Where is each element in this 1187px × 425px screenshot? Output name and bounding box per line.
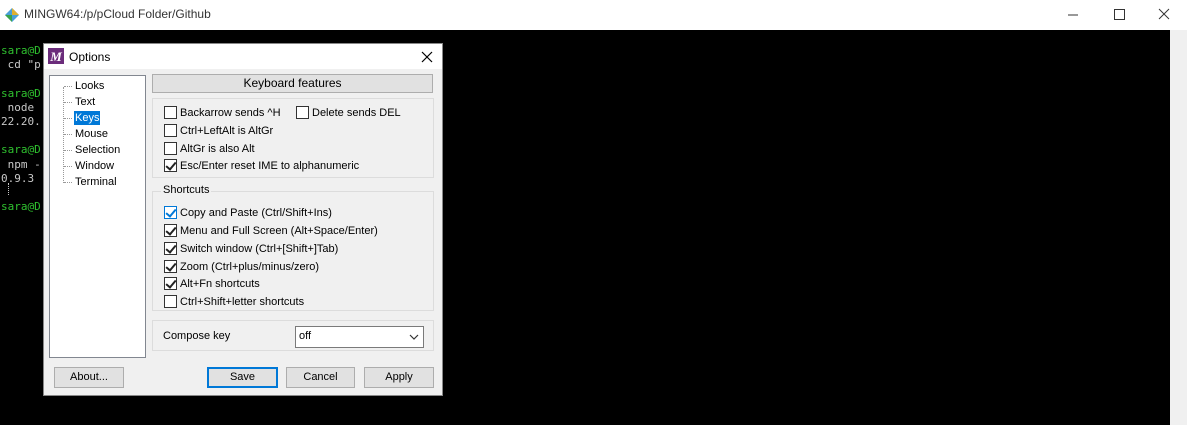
shortcut-checkbox[interactable]: Alt+Fn shortcuts xyxy=(164,276,424,291)
dialog-title: Options xyxy=(69,50,111,64)
tree-item-looks[interactable]: Looks xyxy=(50,78,145,94)
svg-text:M: M xyxy=(49,49,62,64)
maximize-button[interactable] xyxy=(1096,0,1142,30)
close-icon xyxy=(1158,8,1170,20)
terminal-line: npm - xyxy=(1,157,41,171)
compose-key-select[interactable]: off xyxy=(295,326,424,348)
tree-item-text[interactable]: Text xyxy=(50,94,145,110)
terminal-line: 22.20. xyxy=(1,115,41,128)
tree-item-label: Window xyxy=(75,160,115,172)
minimize-icon xyxy=(1068,14,1078,16)
dialog-close-button[interactable] xyxy=(414,46,440,68)
delete-sends-del-checkbox[interactable]: Delete sends DEL xyxy=(296,105,426,120)
keyboard-features-header: Keyboard features xyxy=(152,74,433,93)
shortcut-label: Switch window (Ctrl+[Shift+]Tab) xyxy=(180,243,339,255)
category-tree[interactable]: Looks Text Keys Mouse Selection Window Termina… xyxy=(49,75,146,358)
shortcut-label: Copy and Paste (Ctrl/Shift+Ins) xyxy=(180,207,332,219)
tree-item-keys[interactable]: Keys xyxy=(50,110,145,126)
tree-connector xyxy=(64,182,72,183)
shortcut-label: Ctrl+Shift+letter shortcuts xyxy=(180,296,305,308)
tree-item-label: Mouse xyxy=(75,128,109,140)
terminal-line: cd "p xyxy=(1,58,41,72)
tree-item-terminal[interactable]: Terminal xyxy=(50,174,145,190)
shortcut-checkbox-box[interactable] xyxy=(164,260,177,273)
terminal-cursor xyxy=(8,183,9,195)
shortcuts-group-title: Shortcuts xyxy=(161,184,212,196)
altgr-checkbox-box[interactable] xyxy=(164,142,177,155)
shortcut-checkbox[interactable]: Copy and Paste (Ctrl/Shift+Ins) xyxy=(164,205,424,220)
shortcut-label: Alt+Fn shortcuts xyxy=(180,278,260,290)
ctrl-leftalt-label: Ctrl+LeftAlt is AltGr xyxy=(180,125,274,137)
shortcut-checkbox[interactable]: Ctrl+Shift+letter shortcuts xyxy=(164,294,424,309)
altgr-checkbox[interactable]: AltGr is also Alt xyxy=(164,141,364,156)
altgr-label: AltGr is also Alt xyxy=(180,143,255,155)
mintty-icon: M xyxy=(48,48,64,64)
about-button[interactable]: About... xyxy=(54,367,124,388)
shortcut-checkbox-box[interactable] xyxy=(164,206,177,219)
delete-sends-del-checkbox-box[interactable] xyxy=(296,106,309,119)
shortcut-checkbox-box[interactable] xyxy=(164,224,177,237)
shortcut-checkbox[interactable]: Zoom (Ctrl+plus/minus/zero) xyxy=(164,259,424,274)
terminal-line: sara@D xyxy=(1,44,41,57)
close-window-button[interactable] xyxy=(1141,0,1187,30)
tree-item-label: Keys xyxy=(72,110,102,126)
tree-connector xyxy=(64,166,72,167)
shortcuts-group: Shortcuts Copy and Paste (Ctrl/Shift+Ins… xyxy=(152,184,434,311)
tree-connector xyxy=(64,150,72,151)
save-button[interactable]: Save xyxy=(207,367,278,388)
tree-item-selection[interactable]: Selection xyxy=(50,142,145,158)
options-dialog: M Options Looks Text Keys Mouse Selection Win… xyxy=(43,43,443,396)
backarrow-label: Backarrow sends ^H xyxy=(180,107,281,119)
terminal-line: sara@D xyxy=(1,200,41,214)
esc-enter-ime-checkbox[interactable]: Esc/Enter reset IME to alphanumeric xyxy=(164,158,424,173)
tree-connector xyxy=(64,86,72,87)
tree-item-window[interactable]: Window xyxy=(50,158,145,174)
tree-connector xyxy=(64,134,72,135)
close-icon xyxy=(421,51,433,63)
compose-key-value: off xyxy=(299,330,312,342)
ctrl-leftalt-checkbox-box[interactable] xyxy=(164,124,177,137)
shortcut-label: Zoom (Ctrl+plus/minus/zero) xyxy=(180,261,320,273)
keys-group: Backarrow sends ^H Delete sends DEL Ctrl… xyxy=(152,98,434,178)
terminal-line: node xyxy=(1,100,41,114)
terminal-line: sara@D xyxy=(1,86,41,100)
apply-button[interactable]: Apply xyxy=(364,367,434,388)
tree-connector xyxy=(64,102,72,103)
esc-enter-ime-label: Esc/Enter reset IME to alphanumeric xyxy=(180,160,360,172)
shortcut-checkbox[interactable]: Menu and Full Screen (Alt+Space/Enter) xyxy=(164,223,424,238)
tree-item-mouse[interactable]: Mouse xyxy=(50,126,145,142)
terminal-line: 0.9.3 xyxy=(1,171,35,185)
terminal-line: sara@D xyxy=(1,143,41,157)
tree-item-label: Selection xyxy=(75,144,121,156)
chevron-down-icon xyxy=(409,334,419,340)
minimize-button[interactable] xyxy=(1050,0,1096,30)
compose-key-label: Compose key xyxy=(163,330,231,342)
shortcut-checkbox-box[interactable] xyxy=(164,295,177,308)
dialog-titlebar: M Options xyxy=(44,44,442,69)
mingw-app-icon xyxy=(5,8,19,22)
ctrl-leftalt-checkbox[interactable]: Ctrl+LeftAlt is AltGr xyxy=(164,123,364,138)
shortcut-checkbox[interactable]: Switch window (Ctrl+[Shift+]Tab) xyxy=(164,241,424,256)
shortcut-checkbox-box[interactable] xyxy=(164,277,177,290)
tree-item-label: Terminal xyxy=(75,176,117,188)
tree-item-label: Text xyxy=(75,96,96,108)
tree-item-label: Looks xyxy=(75,80,105,92)
backarrow-checkbox[interactable]: Backarrow sends ^H xyxy=(164,105,294,120)
delete-sends-del-label: Delete sends DEL xyxy=(312,107,401,119)
window-titlebar: MINGW64:/p/pCloud Folder/Github xyxy=(0,0,1187,30)
backarrow-checkbox-box[interactable] xyxy=(164,106,177,119)
maximize-icon xyxy=(1114,9,1125,20)
tree-connector xyxy=(64,118,72,119)
esc-enter-ime-checkbox-box[interactable] xyxy=(164,159,177,172)
shortcut-label: Menu and Full Screen (Alt+Space/Enter) xyxy=(180,225,378,237)
shortcut-checkbox-box[interactable] xyxy=(164,242,177,255)
window-title: MINGW64:/p/pCloud Folder/Github xyxy=(24,7,211,21)
cancel-button[interactable]: Cancel xyxy=(286,367,355,388)
terminal-scrollbar[interactable] xyxy=(1170,30,1187,425)
